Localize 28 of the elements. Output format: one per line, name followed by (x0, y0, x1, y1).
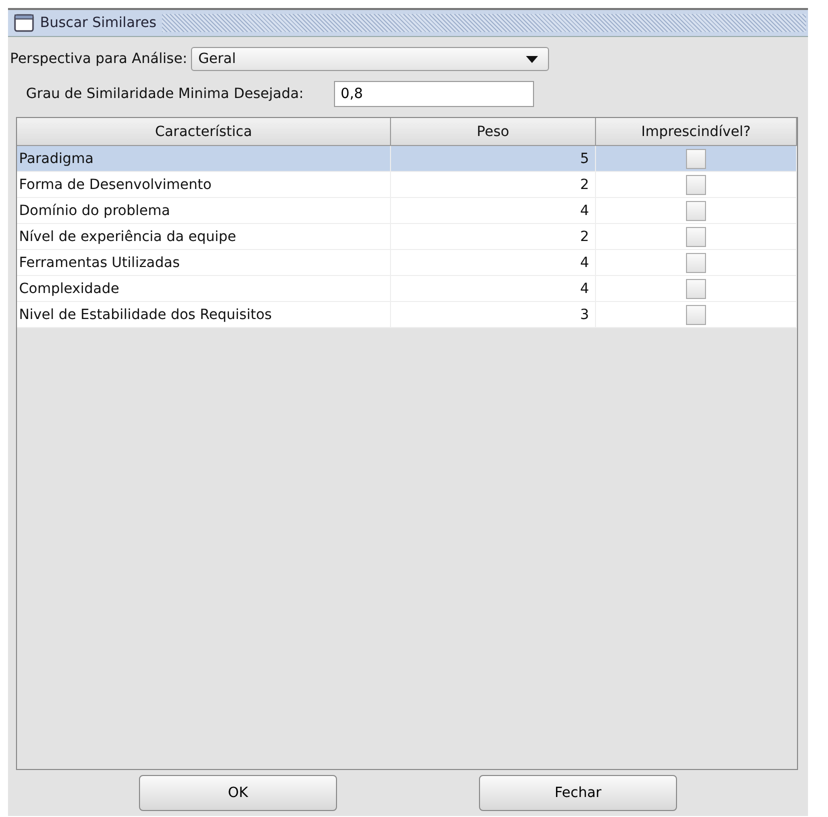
checkbox[interactable] (686, 226, 706, 246)
perspective-label: Perspectiva para Análise: (10, 51, 188, 67)
window-title: Buscar Similares (40, 15, 156, 31)
table-row[interactable]: Ferramentas Utilizadas 4 (17, 250, 797, 276)
ok-button[interactable]: OK (139, 775, 337, 811)
checkbox[interactable] (686, 252, 706, 272)
table-row[interactable]: Forma de Desenvolvimento 2 (17, 172, 797, 198)
table-row[interactable]: Nível de experiência da equipe 2 (17, 224, 797, 250)
table-row[interactable]: Complexidade 4 (17, 276, 797, 302)
checkbox[interactable] (686, 278, 706, 298)
window-icon (14, 14, 34, 32)
close-button[interactable]: Fechar (479, 775, 677, 811)
table-row[interactable]: Nivel de Estabilidade dos Requisitos 3 (17, 302, 797, 328)
table-row[interactable]: Domínio do problema 4 (17, 198, 797, 224)
checkbox[interactable] (686, 200, 706, 220)
table-cell: Nivel de Estabilidade dos Requisitos (17, 302, 391, 328)
column-header[interactable]: Característica (17, 118, 391, 146)
column-header[interactable]: Peso (391, 118, 596, 146)
perspective-dropdown[interactable]: Geral (191, 47, 550, 71)
checkbox[interactable] (686, 148, 706, 168)
table-row[interactable]: Paradigma 5 (17, 146, 797, 172)
checkbox[interactable] (686, 174, 706, 194)
column-header[interactable]: Imprescindível? (596, 118, 797, 146)
checkbox[interactable] (686, 304, 706, 324)
caret-icon (526, 56, 538, 62)
similarity-label: Grau de Similaridade Minima Desejada: (26, 86, 304, 102)
similarity-field[interactable]: 0,8 (334, 81, 534, 107)
table-cell: 3 (391, 302, 596, 328)
